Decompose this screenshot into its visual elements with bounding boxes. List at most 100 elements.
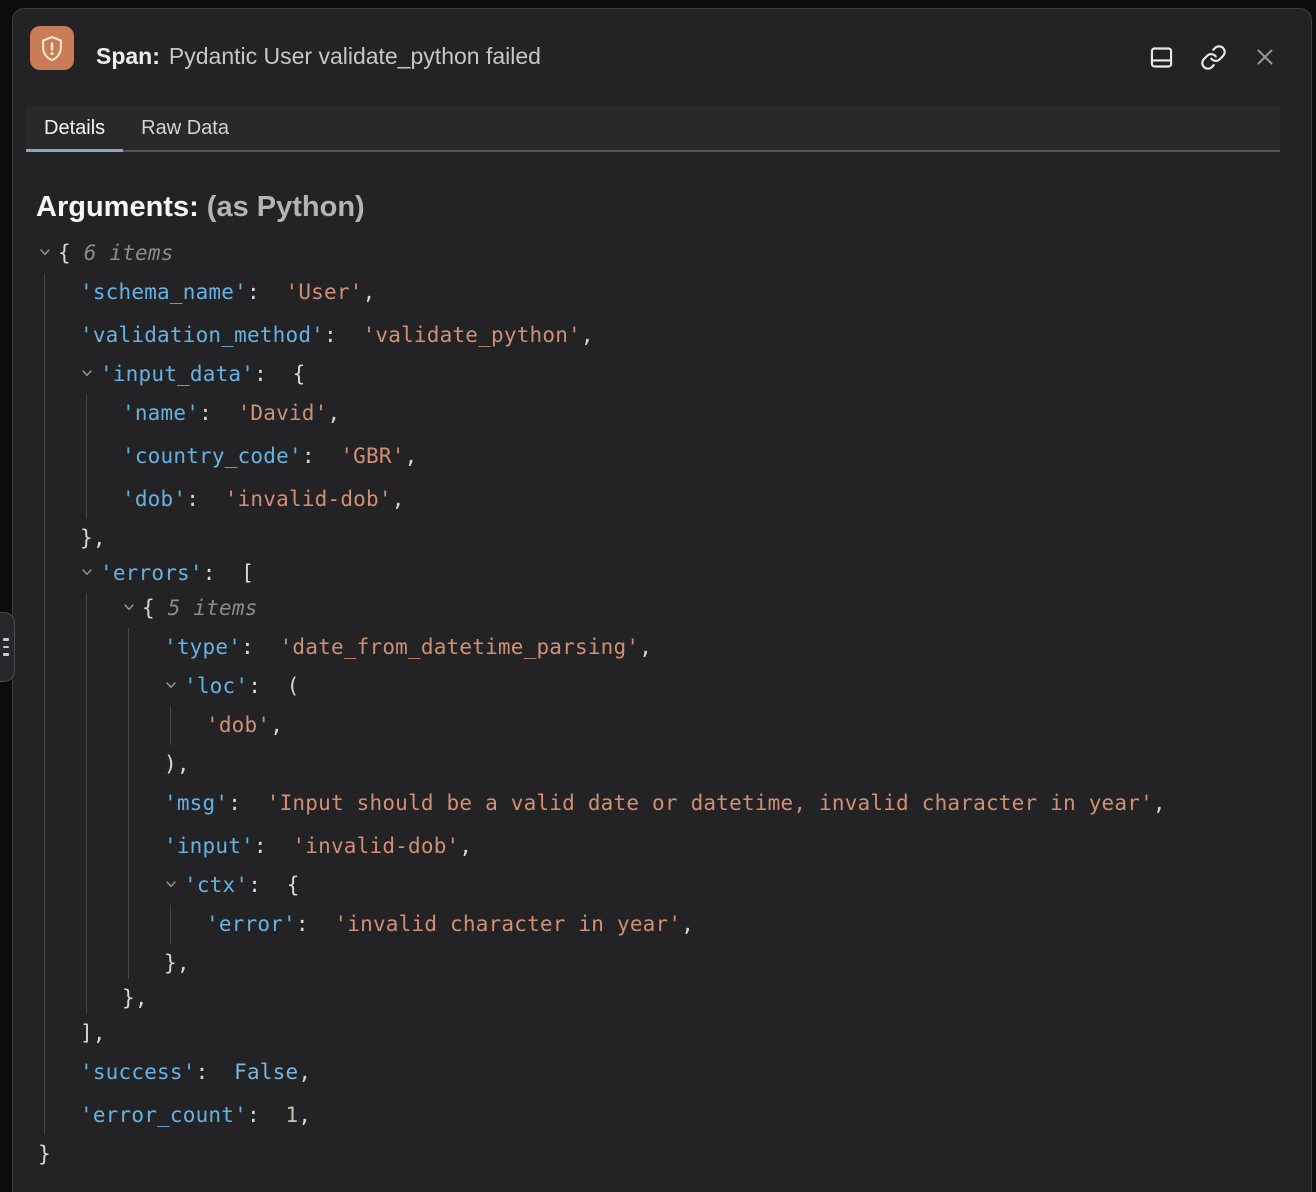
link-icon[interactable] xyxy=(1199,43,1227,71)
token-punc: , xyxy=(328,401,341,425)
screen: Span:Pydantic User validate_python faile… xyxy=(0,0,1316,1192)
tab-raw-data-label: Raw Data xyxy=(141,117,229,140)
json-row: 'success': False, xyxy=(13,1051,1293,1094)
token-punc: , xyxy=(639,635,652,659)
tab-bar: Details Raw Data xyxy=(26,106,1280,152)
token-key: 'country_code' xyxy=(122,444,302,468)
token-key: 'error' xyxy=(206,912,296,936)
details-content: Arguments: (as Python) { 6 items 'schema_… xyxy=(13,191,1293,1172)
json-row: 'country_code': 'GBR', xyxy=(13,435,1293,478)
collapse-chevron-icon[interactable] xyxy=(80,358,100,391)
json-row: 'loc': ( xyxy=(13,669,1293,704)
json-row: } xyxy=(13,1137,1293,1172)
arguments-json-tree: { 6 items'schema_name': 'User','validati… xyxy=(13,236,1293,1172)
token-key: 'success' xyxy=(80,1060,196,1084)
token-str: 'date_from_datetime_parsing' xyxy=(280,635,640,659)
arguments-heading-sub: (as Python) xyxy=(207,191,365,223)
token-punc: }, xyxy=(164,951,190,975)
token-key: 'validation_method' xyxy=(80,323,324,347)
token-punc: , xyxy=(298,1103,311,1127)
json-row: 'errors': [ xyxy=(13,556,1293,591)
grip-dash xyxy=(3,646,9,649)
token-key: 'type' xyxy=(164,635,241,659)
json-row: }, xyxy=(13,981,1293,1016)
panel-header: Span:Pydantic User validate_python faile… xyxy=(13,9,1311,99)
token-key: 'error_count' xyxy=(80,1103,247,1127)
json-row: 'dob': 'invalid-dob', xyxy=(13,478,1293,521)
collapse-chevron-icon[interactable] xyxy=(122,592,142,625)
tab-details-label: Details xyxy=(44,117,105,140)
token-key: 'ctx' xyxy=(184,873,248,897)
token-punc: , xyxy=(298,1060,311,1084)
token-punc: : xyxy=(247,1103,286,1127)
json-row: }, xyxy=(13,946,1293,981)
token-punc: , xyxy=(405,444,418,468)
json-row: 'schema_name': 'User', xyxy=(13,271,1293,314)
token-punc: : xyxy=(302,444,341,468)
token-str: 'dob' xyxy=(206,713,270,737)
token-punc: ), xyxy=(164,752,190,776)
panel-title: Span:Pydantic User validate_python faile… xyxy=(96,43,541,70)
header-actions xyxy=(1147,43,1279,71)
token-punc: : ( xyxy=(248,674,299,698)
token-key: 'schema_name' xyxy=(80,280,247,304)
token-str: 'David' xyxy=(238,401,328,425)
token-str: 'Input should be a valid date or datetim… xyxy=(267,791,1153,815)
tab-raw-data[interactable]: Raw Data xyxy=(123,106,247,150)
token-punc: : xyxy=(196,1060,235,1084)
token-str: 'validate_python' xyxy=(363,323,581,347)
token-str: 'invalid character in year' xyxy=(334,912,681,936)
json-row: 'validation_method': 'validate_python', xyxy=(13,314,1293,357)
token-punc: , xyxy=(581,323,594,347)
token-punc: : xyxy=(254,834,293,858)
token-punc: : { xyxy=(254,362,305,386)
token-str: 'invalid-dob' xyxy=(292,834,459,858)
tab-details[interactable]: Details xyxy=(26,106,123,150)
json-row: 'dob', xyxy=(13,704,1293,747)
token-punc: { xyxy=(142,596,168,620)
token-meta: 6 items xyxy=(84,241,174,265)
token-punc: : { xyxy=(248,873,299,897)
json-row: ], xyxy=(13,1016,1293,1051)
token-punc: , xyxy=(459,834,472,858)
token-key: 'loc' xyxy=(184,674,248,698)
span-detail-panel: Span:Pydantic User validate_python faile… xyxy=(12,8,1312,1192)
token-key: 'name' xyxy=(122,401,199,425)
collapse-chevron-icon[interactable] xyxy=(164,869,184,902)
token-punc: ], xyxy=(80,1021,106,1045)
json-row: 'error': 'invalid character in year', xyxy=(13,903,1293,946)
json-row: 'input_data': { xyxy=(13,357,1293,392)
panel-title-prefix: Span: xyxy=(96,43,160,69)
json-row: 'input': 'invalid-dob', xyxy=(13,825,1293,868)
token-str: 'invalid-dob' xyxy=(225,487,392,511)
warning-shield-icon xyxy=(30,26,74,70)
dock-bottom-icon[interactable] xyxy=(1147,43,1175,71)
panel-drag-handle[interactable] xyxy=(0,612,15,682)
arguments-heading-main: Arguments: xyxy=(36,191,199,223)
token-punc: , xyxy=(270,713,283,737)
json-row: { 5 items xyxy=(13,591,1293,626)
token-punc: : xyxy=(186,487,225,511)
collapse-chevron-icon[interactable] xyxy=(164,670,184,703)
token-key: 'msg' xyxy=(164,791,228,815)
token-str: 'User' xyxy=(286,280,363,304)
json-row: 'name': 'David', xyxy=(13,392,1293,435)
token-punc: : [ xyxy=(203,561,254,585)
token-punc: : xyxy=(247,280,286,304)
collapse-chevron-icon[interactable] xyxy=(80,557,100,590)
token-punc: { xyxy=(58,241,84,265)
json-row: 'ctx': { xyxy=(13,868,1293,903)
token-punc: } xyxy=(38,1142,51,1166)
token-key: 'input_data' xyxy=(100,362,254,386)
token-bool: False xyxy=(234,1060,298,1084)
token-punc: : xyxy=(296,912,335,936)
close-icon[interactable] xyxy=(1251,43,1279,71)
token-punc: , xyxy=(1153,791,1166,815)
collapse-chevron-icon[interactable] xyxy=(38,237,58,270)
token-punc: : xyxy=(241,635,280,659)
json-row: 'msg': 'Input should be a valid date or … xyxy=(13,782,1293,825)
token-punc: : xyxy=(228,791,267,815)
token-punc: , xyxy=(363,280,376,304)
token-punc: }, xyxy=(122,986,148,1010)
token-punc: , xyxy=(681,912,694,936)
